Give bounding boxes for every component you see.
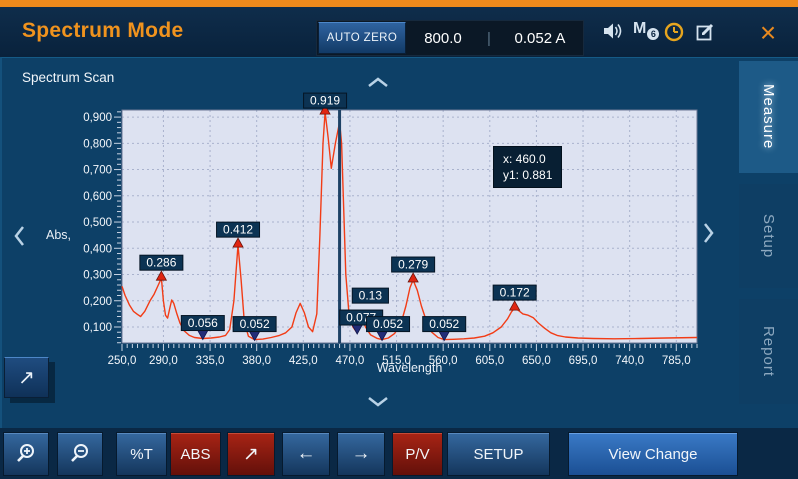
close-icon[interactable]: × [750,17,786,49]
tooltip-x-value: x: 460.0 [503,151,552,167]
tooltip-y-value: y1: 0.881 [503,167,552,183]
abs-button[interactable]: ABS [170,432,221,476]
header: Spectrum Mode AUTO ZERO 800.0 | 0.052 A … [0,7,798,57]
spectrum-mode-screen: Spectrum Mode AUTO ZERO 800.0 | 0.052 A … [0,0,798,479]
svg-text:0,800: 0,800 [83,138,112,150]
svg-text:0.056: 0.056 [188,316,218,330]
photometric-value: 0.052 A [498,30,582,47]
svg-text:0,400: 0,400 [83,243,112,255]
svg-text:0.286: 0.286 [146,256,176,270]
bottom-toolbar: %T ABS ↗ ← → P/V SETUP View Change [0,428,798,479]
svg-text:0,700: 0,700 [83,165,112,177]
measurement-display: AUTO ZERO 800.0 | 0.052 A [316,20,584,56]
trace-button[interactable]: ↗ [227,432,275,476]
svg-text:0.919: 0.919 [310,94,340,108]
cursor-tooltip: x: 460.0 y1: 0.881 [493,146,562,188]
svg-text:0,900: 0,900 [83,112,112,124]
view-change-button[interactable]: View Change [568,432,738,476]
next-button[interactable]: → [337,432,385,476]
arrow-up-right-icon: ↗ [18,367,35,389]
svg-text:0.13: 0.13 [359,289,383,303]
panel-title: Spectrum Scan [22,70,114,85]
svg-text:0,600: 0,600 [83,191,112,203]
svg-text:0.172: 0.172 [500,286,530,300]
tab-report[interactable]: Report [739,299,798,404]
svg-text:0.052: 0.052 [240,317,270,331]
pv-button[interactable]: P/V [392,432,443,476]
spectrum-chart[interactable]: 250,0290,0335,0380,0425,0470,0515,0560,0… [0,88,737,388]
svg-text:0,500: 0,500 [83,217,112,229]
wavelength-value: 800.0 [406,30,480,47]
zoom-out-button[interactable] [57,432,103,476]
svg-text:0,200: 0,200 [83,296,112,308]
expand-chart-button[interactable]: ↗ [4,357,49,398]
setup-button[interactable]: SETUP [447,432,550,476]
percent-t-button[interactable]: %T [116,432,167,476]
prev-button[interactable]: ← [282,432,330,476]
svg-text:0.279: 0.279 [398,258,428,272]
page-title: Spectrum Mode [22,19,183,43]
auto-zero-button[interactable]: AUTO ZERO [318,22,406,54]
magnifier-minus-icon [68,442,92,466]
m6-icon[interactable]: M6 [633,20,659,40]
svg-text:0.052: 0.052 [429,317,459,331]
value-separator: | [480,30,498,47]
svg-text:0,300: 0,300 [83,270,112,282]
svg-text:0.412: 0.412 [223,223,253,237]
svg-text:0.052: 0.052 [373,317,403,331]
top-accent-bar [0,0,798,7]
svg-text:0,100: 0,100 [83,322,112,334]
clock-icon[interactable] [664,22,684,45]
chevron-down-icon[interactable] [367,395,389,410]
magnifier-plus-icon [14,442,38,466]
zoom-in-button[interactable] [3,432,49,476]
tab-measure[interactable]: Measure [739,61,798,173]
x-axis-label: Wavelength [122,361,697,375]
tab-setup[interactable]: Setup [739,184,798,288]
speaker-icon[interactable] [602,22,624,43]
edit-icon[interactable] [696,22,716,45]
